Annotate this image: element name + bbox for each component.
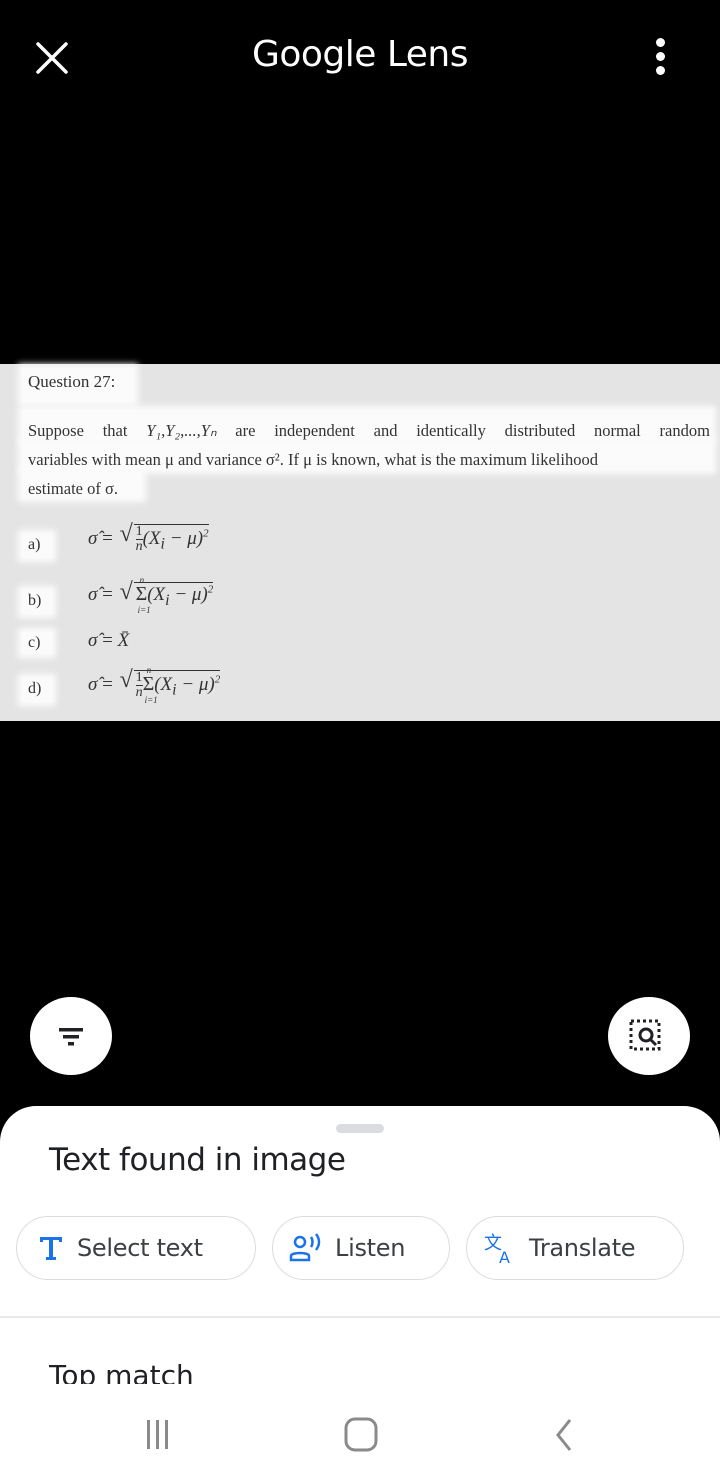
- option-b-label: b): [28, 592, 42, 609]
- divider: [0, 1316, 720, 1318]
- question-line-1: Suppose that Y₁,Y₂,...,Yₙ are independen…: [28, 421, 710, 440]
- sqrt: nΣi=1(Xi − μ)2: [120, 575, 214, 615]
- sqrt: 1nnΣi=1(Xi − μ)2: [120, 664, 221, 705]
- translate-icon: 文 A: [484, 1233, 510, 1265]
- option-d-label: d): [28, 680, 42, 697]
- more-options-button[interactable]: [648, 38, 672, 78]
- top-match-heading: Top match: [49, 1359, 194, 1384]
- drag-handle[interactable]: [336, 1124, 384, 1133]
- filter-button[interactable]: [30, 997, 112, 1075]
- option-c-formula: σ̂ = X̄: [88, 630, 130, 651]
- sum-symbol: nΣi=1: [142, 664, 158, 705]
- option-d-formula: σ̂ = 1nnΣi=1(Xi − μ)2: [88, 664, 221, 705]
- sqrt: 1n(Xi − μ)2: [120, 521, 209, 554]
- recents-icon: [147, 1420, 168, 1449]
- translate-button[interactable]: 文 A Translate: [466, 1216, 684, 1280]
- back-button[interactable]: [540, 1412, 590, 1458]
- more-vert-icon: [648, 38, 672, 75]
- question-line-3: estimate of σ.: [28, 479, 118, 498]
- sum-symbol: nΣi=1: [135, 575, 151, 615]
- select-text-button[interactable]: Select text: [16, 1216, 256, 1280]
- fraction: 1n: [135, 524, 143, 554]
- top-bar: Google Lens: [0, 0, 720, 115]
- question-line-2: variables with mean μ and variance σ². I…: [28, 450, 598, 469]
- question-title: Question 27:: [28, 372, 116, 391]
- listen-button[interactable]: Listen: [272, 1216, 450, 1280]
- svg-text:A: A: [499, 1248, 510, 1265]
- option-b-formula: σ̂ = nΣi=1(Xi − μ)2: [88, 575, 214, 615]
- question-body: Suppose that Y₁,Y₂,...,Yₙ are independen…: [28, 416, 710, 503]
- text-t-icon: [40, 1237, 62, 1260]
- app-title: Google Lens: [251, 34, 469, 75]
- option-a-formula: σ̂ = 1n(Xi − μ)2: [88, 521, 209, 554]
- option-c-label: c): [28, 634, 41, 651]
- search-region-button[interactable]: [608, 997, 690, 1075]
- sheet-title: Text found in image: [49, 1142, 346, 1178]
- recents-button[interactable]: [136, 1412, 186, 1458]
- filter-icon: [59, 1028, 83, 1046]
- system-nav-bar: [0, 1390, 720, 1480]
- home-icon: [344, 1417, 378, 1452]
- home-button[interactable]: [336, 1412, 386, 1458]
- back-icon: [556, 1419, 572, 1451]
- listen-icon: [289, 1233, 321, 1262]
- captured-image[interactable]: Question 27: Suppose that Y₁,Y₂,...,Yₙ a…: [0, 364, 720, 721]
- image-search-icon: [629, 1019, 661, 1051]
- option-a-label: a): [28, 536, 41, 553]
- fraction: 1n: [135, 670, 143, 700]
